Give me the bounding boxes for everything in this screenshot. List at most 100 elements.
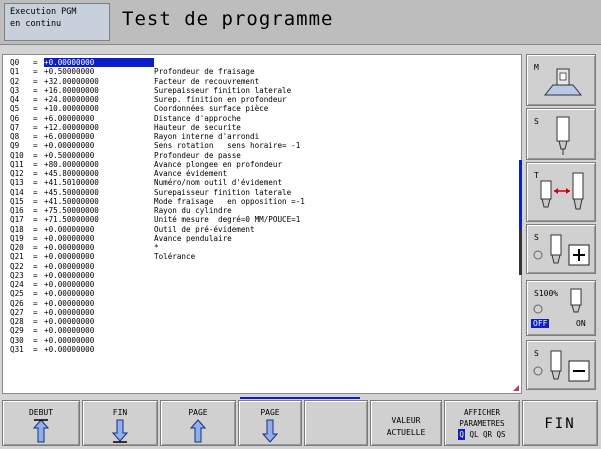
parameter-row[interactable]: Q21 = +0.00000000 Tolérance bbox=[10, 252, 305, 261]
parameter-value: +0.00000000 bbox=[44, 289, 95, 299]
q-selected-badge: Q bbox=[458, 429, 465, 440]
m-function-softkey[interactable]: M bbox=[526, 54, 596, 106]
equals-sign: = bbox=[33, 187, 38, 197]
equals-sign: = bbox=[33, 76, 38, 86]
parameter-number: Q9 bbox=[10, 141, 20, 151]
parameter-value: +0.00000000 bbox=[44, 141, 95, 151]
parameter-row[interactable]: Q24 = +0.00000000 bbox=[10, 280, 305, 289]
parameter-description: Tolérance bbox=[154, 252, 196, 262]
parameter-row[interactable]: Q31 = +0.00000000 bbox=[10, 345, 305, 354]
parameter-value: +0.00000000 bbox=[44, 326, 95, 336]
parameter-row[interactable]: Q17 = +71.50000000 Unité mesure degré=0 MM/… bbox=[10, 215, 305, 224]
machine-mode-box[interactable]: Execution PGM en continu bbox=[4, 3, 110, 41]
show-parameters-line2: PARAMETRES bbox=[459, 419, 505, 428]
parameter-row[interactable]: Q1 = +0.50000000 Profondeur de fraisage bbox=[10, 67, 305, 76]
begin-softkey[interactable]: DEBUT bbox=[2, 400, 80, 446]
equals-sign: = bbox=[33, 270, 38, 280]
equals-sign: = bbox=[33, 150, 38, 160]
equals-sign: = bbox=[33, 326, 38, 336]
parameter-row[interactable]: Q30 = +0.00000000 bbox=[10, 336, 305, 345]
show-parameters-line3: QL QR QS bbox=[469, 430, 506, 439]
q-parameter-list[interactable]: Q0 = +0.00000000 Q1 = +0.50000000 Profondeur d… bbox=[2, 54, 522, 394]
parameter-row[interactable]: Q8 = +6.00000000 Rayon interne d'arrondi bbox=[10, 132, 305, 141]
parameter-row[interactable]: Q22 = +0.00000000 bbox=[10, 262, 305, 271]
parameter-row[interactable]: Q3 = +16.00000000 Surepaisseur finition lat… bbox=[10, 86, 305, 95]
parameter-description: Surepaisseur finition laterale bbox=[154, 187, 292, 197]
parameter-row[interactable]: Q18 = +0.00000000 Outil de pré-évidement bbox=[10, 225, 305, 234]
parameter-row[interactable]: Q9 = +0.00000000 Sens rotation sens horaire… bbox=[10, 141, 305, 150]
off-toggle[interactable]: OFF bbox=[531, 319, 550, 328]
parameter-row[interactable]: Q7 = +12.00000000 Hauteur de securite bbox=[10, 123, 305, 132]
equals-sign: = bbox=[33, 317, 38, 326]
tool-change-icon bbox=[540, 172, 584, 210]
equals-sign: = bbox=[33, 196, 38, 206]
parameter-number: Q16 bbox=[10, 206, 24, 215]
parameter-number: Q17 bbox=[10, 215, 24, 225]
parameter-number: Q8 bbox=[10, 132, 20, 141]
parameter-row[interactable]: Q14 = +45.50000000 Surepaisseur finition la… bbox=[10, 188, 305, 197]
show-parameters-softkey[interactable]: AFFICHER PARAMETRES Q QL QR QS bbox=[444, 400, 520, 446]
page-up-softkey[interactable]: PAGE bbox=[160, 400, 236, 446]
parameter-row[interactable]: Q13 = +41.50100000 Numéro/nom outil d'évide… bbox=[10, 178, 305, 187]
parameter-row[interactable]: Q5 = +10.00000000 Coordonnées surface pièce bbox=[10, 104, 305, 113]
equals-sign: = bbox=[33, 85, 38, 95]
parameter-row[interactable]: Q20 = +0.00000000 * bbox=[10, 243, 305, 252]
parameter-row[interactable]: Q25 = +0.00000000 bbox=[10, 289, 305, 298]
parameter-description: Avance plongee en profondeur bbox=[154, 159, 283, 169]
corner-marker-icon bbox=[513, 385, 519, 391]
parameter-row[interactable]: Q19 = +0.00000000 Avance pendulaire bbox=[10, 234, 305, 243]
page-down-icon bbox=[262, 419, 278, 443]
parameter-row[interactable]: Q16 = +75.50000000 Rayon du cylindre bbox=[10, 206, 305, 215]
parameter-value: +0.00000000 bbox=[44, 224, 95, 234]
spindle-override-softkey[interactable]: S100% OFF ON bbox=[526, 280, 596, 336]
parameter-value: +0.00000000 bbox=[44, 243, 95, 252]
parameter-row[interactable]: Q0 = +0.00000000 bbox=[10, 58, 305, 68]
end-softkey[interactable]: FIN bbox=[82, 400, 158, 446]
parameter-row[interactable]: Q2 = +32.00000000 Facteur de recouvrement bbox=[10, 77, 305, 86]
spindle-speed-minus-softkey[interactable]: S bbox=[526, 340, 596, 390]
page-down-softkey[interactable]: PAGE bbox=[238, 400, 302, 446]
on-toggle[interactable]: ON bbox=[576, 319, 586, 328]
equals-sign: = bbox=[33, 307, 38, 317]
parameter-number: Q30 bbox=[10, 335, 24, 345]
current-value-line1: VALEUR bbox=[391, 416, 421, 425]
parameter-number: Q5 bbox=[10, 104, 20, 114]
parameter-row[interactable]: Q28 = +0.00000000 bbox=[10, 317, 305, 326]
parameter-number: Q12 bbox=[10, 169, 24, 178]
parameter-number: Q22 bbox=[10, 261, 24, 271]
parameter-row[interactable]: Q12 = +45.80000000 Avance évidement bbox=[10, 169, 305, 178]
parameter-row[interactable]: Q26 = +0.00000000 bbox=[10, 299, 305, 308]
parameter-row[interactable]: Q29 = +0.00000000 bbox=[10, 326, 305, 335]
parameter-row[interactable]: Q11 = +80.00000000 Avance plongee en profon… bbox=[10, 160, 305, 169]
spindle-speed-plus-softkey[interactable]: S bbox=[526, 224, 596, 274]
parameter-number: Q2 bbox=[10, 76, 20, 86]
parameter-value: +45.50000000 bbox=[44, 187, 99, 197]
tool-change-softkey[interactable]: T bbox=[526, 162, 596, 222]
header-bar: Execution PGM en continu Test de program… bbox=[0, 0, 601, 45]
parameter-number: Q18 bbox=[10, 224, 24, 234]
parameter-row[interactable]: Q23 = +0.00000000 bbox=[10, 271, 305, 280]
exit-softkey[interactable]: FIN bbox=[522, 400, 598, 446]
parameter-row[interactable]: Q10 = +0.50000000 Profondeur de passe bbox=[10, 151, 305, 160]
spindle-softkey[interactable]: S bbox=[526, 108, 596, 160]
parameter-description: * bbox=[154, 243, 159, 252]
machine-lamp-icon bbox=[543, 68, 583, 96]
parameter-row[interactable]: Q15 = +41.50000000 Mode fraisage en opposit… bbox=[10, 197, 305, 206]
parameter-number: Q25 bbox=[10, 289, 24, 299]
parameter-number: Q1 bbox=[10, 67, 20, 77]
parameter-description: Surep. finition en profondeur bbox=[154, 95, 287, 104]
parameter-value: +10.00000000 bbox=[44, 104, 99, 114]
end-label: FIN bbox=[112, 408, 128, 417]
empty-softkey[interactable] bbox=[304, 400, 368, 446]
equals-sign: = bbox=[33, 280, 38, 289]
parameter-value: +24.00000000 bbox=[44, 95, 99, 104]
parameter-row[interactable]: Q4 = +24.00000000 Surep. finition en profon… bbox=[10, 95, 305, 104]
parameter-value: +6.00000000 bbox=[44, 113, 95, 123]
parameter-description: Distance d'approche bbox=[154, 113, 241, 123]
parameter-value: +0.00000000 bbox=[44, 344, 95, 354]
parameter-number: Q20 bbox=[10, 243, 24, 252]
parameter-row[interactable]: Q27 = +0.00000000 bbox=[10, 308, 305, 317]
parameter-row[interactable]: Q6 = +6.00000000 Distance d'approche bbox=[10, 114, 305, 123]
current-value-softkey[interactable]: VALEUR ACTUELLE bbox=[370, 400, 442, 446]
parameter-value: +0.50000000 bbox=[44, 67, 95, 77]
